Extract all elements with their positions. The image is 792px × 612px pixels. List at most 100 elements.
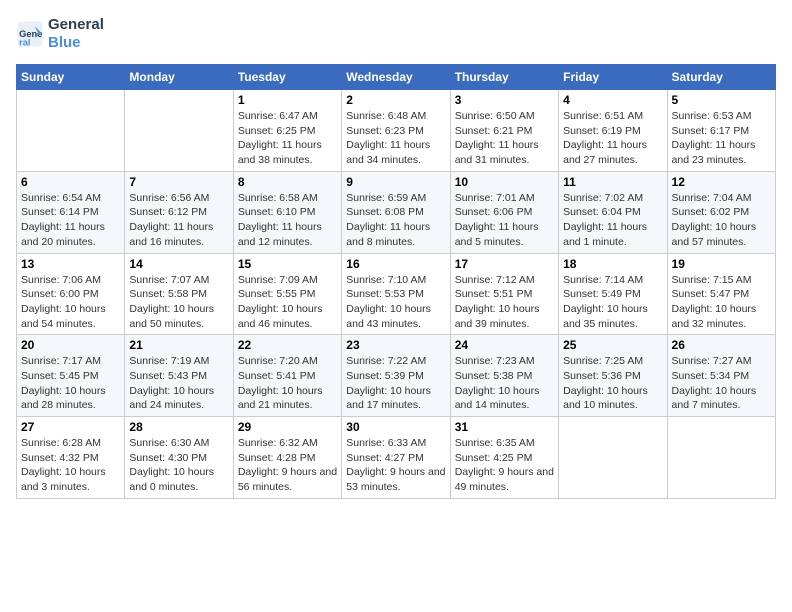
day-cell: 12 Sunrise: 7:04 AM Sunset: 6:02 PM Dayli…: [667, 171, 775, 253]
day-info: Sunrise: 6:56 AM Sunset: 6:12 PM Dayligh…: [129, 191, 228, 250]
day-info: Sunrise: 7:04 AM Sunset: 6:02 PM Dayligh…: [672, 191, 771, 250]
day-info: Sunrise: 7:12 AM Sunset: 5:51 PM Dayligh…: [455, 273, 554, 332]
weekday-header-tuesday: Tuesday: [233, 65, 341, 90]
day-number: 14: [129, 257, 228, 271]
day-number: 12: [672, 175, 771, 189]
day-number: 18: [563, 257, 662, 271]
day-number: 5: [672, 93, 771, 107]
day-cell: 7Sunrise: 6:56 AM Sunset: 6:12 PM Daylig…: [125, 171, 233, 253]
weekday-header-row: SundayMondayTuesdayWednesdayThursdayFrid…: [17, 65, 776, 90]
day-number: 10: [455, 175, 554, 189]
day-number: 4: [563, 93, 662, 107]
day-info: Sunrise: 7:10 AM Sunset: 5:53 PM Dayligh…: [346, 273, 445, 332]
day-info: Sunrise: 6:59 AM Sunset: 6:08 PM Dayligh…: [346, 191, 445, 250]
day-info: Sunrise: 6:33 AM Sunset: 4:27 PM Dayligh…: [346, 436, 445, 495]
weekday-header-monday: Monday: [125, 65, 233, 90]
week-row-3: 13 Sunrise: 7:06 AM Sunset: 6:00 PM Dayli…: [17, 253, 776, 335]
weekday-header-saturday: Saturday: [667, 65, 775, 90]
day-cell: 8 Sunrise: 6:58 AM Sunset: 6:10 PM Daylig…: [233, 171, 341, 253]
day-info: Sunrise: 6:58 AM Sunset: 6:10 PM Dayligh…: [238, 191, 337, 250]
day-info: Sunrise: 7:17 AM Sunset: 5:45 PM Dayligh…: [21, 354, 120, 413]
day-cell: 19 Sunrise: 7:15 AM Sunset: 5:47 PM Dayli…: [667, 253, 775, 335]
day-number: 3: [455, 93, 554, 107]
day-cell: [17, 90, 125, 172]
day-info: Sunrise: 7:01 AM Sunset: 6:06 PM Dayligh…: [455, 191, 554, 250]
day-cell: 27Sunrise: 6:28 AM Sunset: 4:32 PM Dayli…: [17, 417, 125, 499]
header: Gene ral General Blue: [16, 16, 776, 52]
day-info: Sunrise: 6:35 AM Sunset: 4:25 PM Dayligh…: [455, 436, 554, 495]
day-info: Sunrise: 6:50 AM Sunset: 6:21 PM Dayligh…: [455, 109, 554, 168]
day-number: 13: [21, 257, 120, 271]
day-info: Sunrise: 6:30 AM Sunset: 4:30 PM Dayligh…: [129, 436, 228, 495]
day-info: Sunrise: 7:19 AM Sunset: 5:43 PM Dayligh…: [129, 354, 228, 413]
day-number: 17: [455, 257, 554, 271]
day-cell: 11 Sunrise: 7:02 AM Sunset: 6:04 PM Dayli…: [559, 171, 667, 253]
day-info: Sunrise: 6:32 AM Sunset: 4:28 PM Dayligh…: [238, 436, 337, 495]
day-info: Sunrise: 7:02 AM Sunset: 6:04 PM Dayligh…: [563, 191, 662, 250]
day-info: Sunrise: 7:15 AM Sunset: 5:47 PM Dayligh…: [672, 273, 771, 332]
day-cell: 24Sunrise: 7:23 AM Sunset: 5:38 PM Dayli…: [450, 335, 558, 417]
day-cell: 26 Sunrise: 7:27 AM Sunset: 5:34 PM Dayli…: [667, 335, 775, 417]
day-cell: 14 Sunrise: 7:07 AM Sunset: 5:58 PM Dayli…: [125, 253, 233, 335]
day-cell: 30 Sunrise: 6:33 AM Sunset: 4:27 PM Dayli…: [342, 417, 450, 499]
week-row-5: 27Sunrise: 6:28 AM Sunset: 4:32 PM Dayli…: [17, 417, 776, 499]
day-number: 16: [346, 257, 445, 271]
weekday-header-sunday: Sunday: [17, 65, 125, 90]
day-number: 20: [21, 338, 120, 352]
day-number: 15: [238, 257, 337, 271]
day-cell: 10 Sunrise: 7:01 AM Sunset: 6:06 PM Dayli…: [450, 171, 558, 253]
logo-name-line1: General: [48, 16, 104, 34]
day-cell: 13 Sunrise: 7:06 AM Sunset: 6:00 PM Dayli…: [17, 253, 125, 335]
day-cell: 16 Sunrise: 7:10 AM Sunset: 5:53 PM Dayli…: [342, 253, 450, 335]
weekday-header-wednesday: Wednesday: [342, 65, 450, 90]
day-number: 25: [563, 338, 662, 352]
day-number: 23: [346, 338, 445, 352]
day-number: 2: [346, 93, 445, 107]
logo-name-line2: Blue: [48, 34, 104, 52]
day-number: 6: [21, 175, 120, 189]
day-number: 1: [238, 93, 337, 107]
day-cell: 2Sunrise: 6:48 AM Sunset: 6:23 PM Daylig…: [342, 90, 450, 172]
day-cell: 9Sunrise: 6:59 AM Sunset: 6:08 PM Daylig…: [342, 171, 450, 253]
day-cell: 20 Sunrise: 7:17 AM Sunset: 5:45 PM Dayli…: [17, 335, 125, 417]
day-number: 26: [672, 338, 771, 352]
day-cell: 23Sunrise: 7:22 AM Sunset: 5:39 PM Dayli…: [342, 335, 450, 417]
day-cell: 3 Sunrise: 6:50 AM Sunset: 6:21 PM Daylig…: [450, 90, 558, 172]
weekday-header-friday: Friday: [559, 65, 667, 90]
day-number: 28: [129, 420, 228, 434]
day-info: Sunrise: 7:14 AM Sunset: 5:49 PM Dayligh…: [563, 273, 662, 332]
day-number: 29: [238, 420, 337, 434]
day-cell: [667, 417, 775, 499]
day-cell: 31 Sunrise: 6:35 AM Sunset: 4:25 PM Dayli…: [450, 417, 558, 499]
day-number: 21: [129, 338, 228, 352]
day-number: 11: [563, 175, 662, 189]
day-number: 8: [238, 175, 337, 189]
day-cell: 22Sunrise: 7:20 AM Sunset: 5:41 PM Dayli…: [233, 335, 341, 417]
day-number: 27: [21, 420, 120, 434]
day-number: 22: [238, 338, 337, 352]
day-cell: 1Sunrise: 6:47 AM Sunset: 6:25 PM Daylig…: [233, 90, 341, 172]
day-info: Sunrise: 6:51 AM Sunset: 6:19 PM Dayligh…: [563, 109, 662, 168]
day-info: Sunrise: 7:07 AM Sunset: 5:58 PM Dayligh…: [129, 273, 228, 332]
day-number: 31: [455, 420, 554, 434]
day-cell: 18 Sunrise: 7:14 AM Sunset: 5:49 PM Dayli…: [559, 253, 667, 335]
day-cell: 4 Sunrise: 6:51 AM Sunset: 6:19 PM Daylig…: [559, 90, 667, 172]
week-row-2: 6Sunrise: 6:54 AM Sunset: 6:14 PM Daylig…: [17, 171, 776, 253]
day-cell: [559, 417, 667, 499]
day-cell: [125, 90, 233, 172]
weekday-header-thursday: Thursday: [450, 65, 558, 90]
day-info: Sunrise: 7:27 AM Sunset: 5:34 PM Dayligh…: [672, 354, 771, 413]
day-cell: 21 Sunrise: 7:19 AM Sunset: 5:43 PM Dayli…: [125, 335, 233, 417]
day-number: 19: [672, 257, 771, 271]
day-cell: 6Sunrise: 6:54 AM Sunset: 6:14 PM Daylig…: [17, 171, 125, 253]
calendar: SundayMondayTuesdayWednesdayThursdayFrid…: [16, 64, 776, 499]
day-cell: 17 Sunrise: 7:12 AM Sunset: 5:51 PM Dayli…: [450, 253, 558, 335]
logo: Gene ral General Blue: [16, 16, 104, 52]
day-cell: 15Sunrise: 7:09 AM Sunset: 5:55 PM Dayli…: [233, 253, 341, 335]
day-number: 24: [455, 338, 554, 352]
day-cell: 29 Sunrise: 6:32 AM Sunset: 4:28 PM Dayli…: [233, 417, 341, 499]
day-cell: 28 Sunrise: 6:30 AM Sunset: 4:30 PM Dayli…: [125, 417, 233, 499]
day-info: Sunrise: 7:06 AM Sunset: 6:00 PM Dayligh…: [21, 273, 120, 332]
week-row-4: 20 Sunrise: 7:17 AM Sunset: 5:45 PM Dayli…: [17, 335, 776, 417]
day-number: 30: [346, 420, 445, 434]
